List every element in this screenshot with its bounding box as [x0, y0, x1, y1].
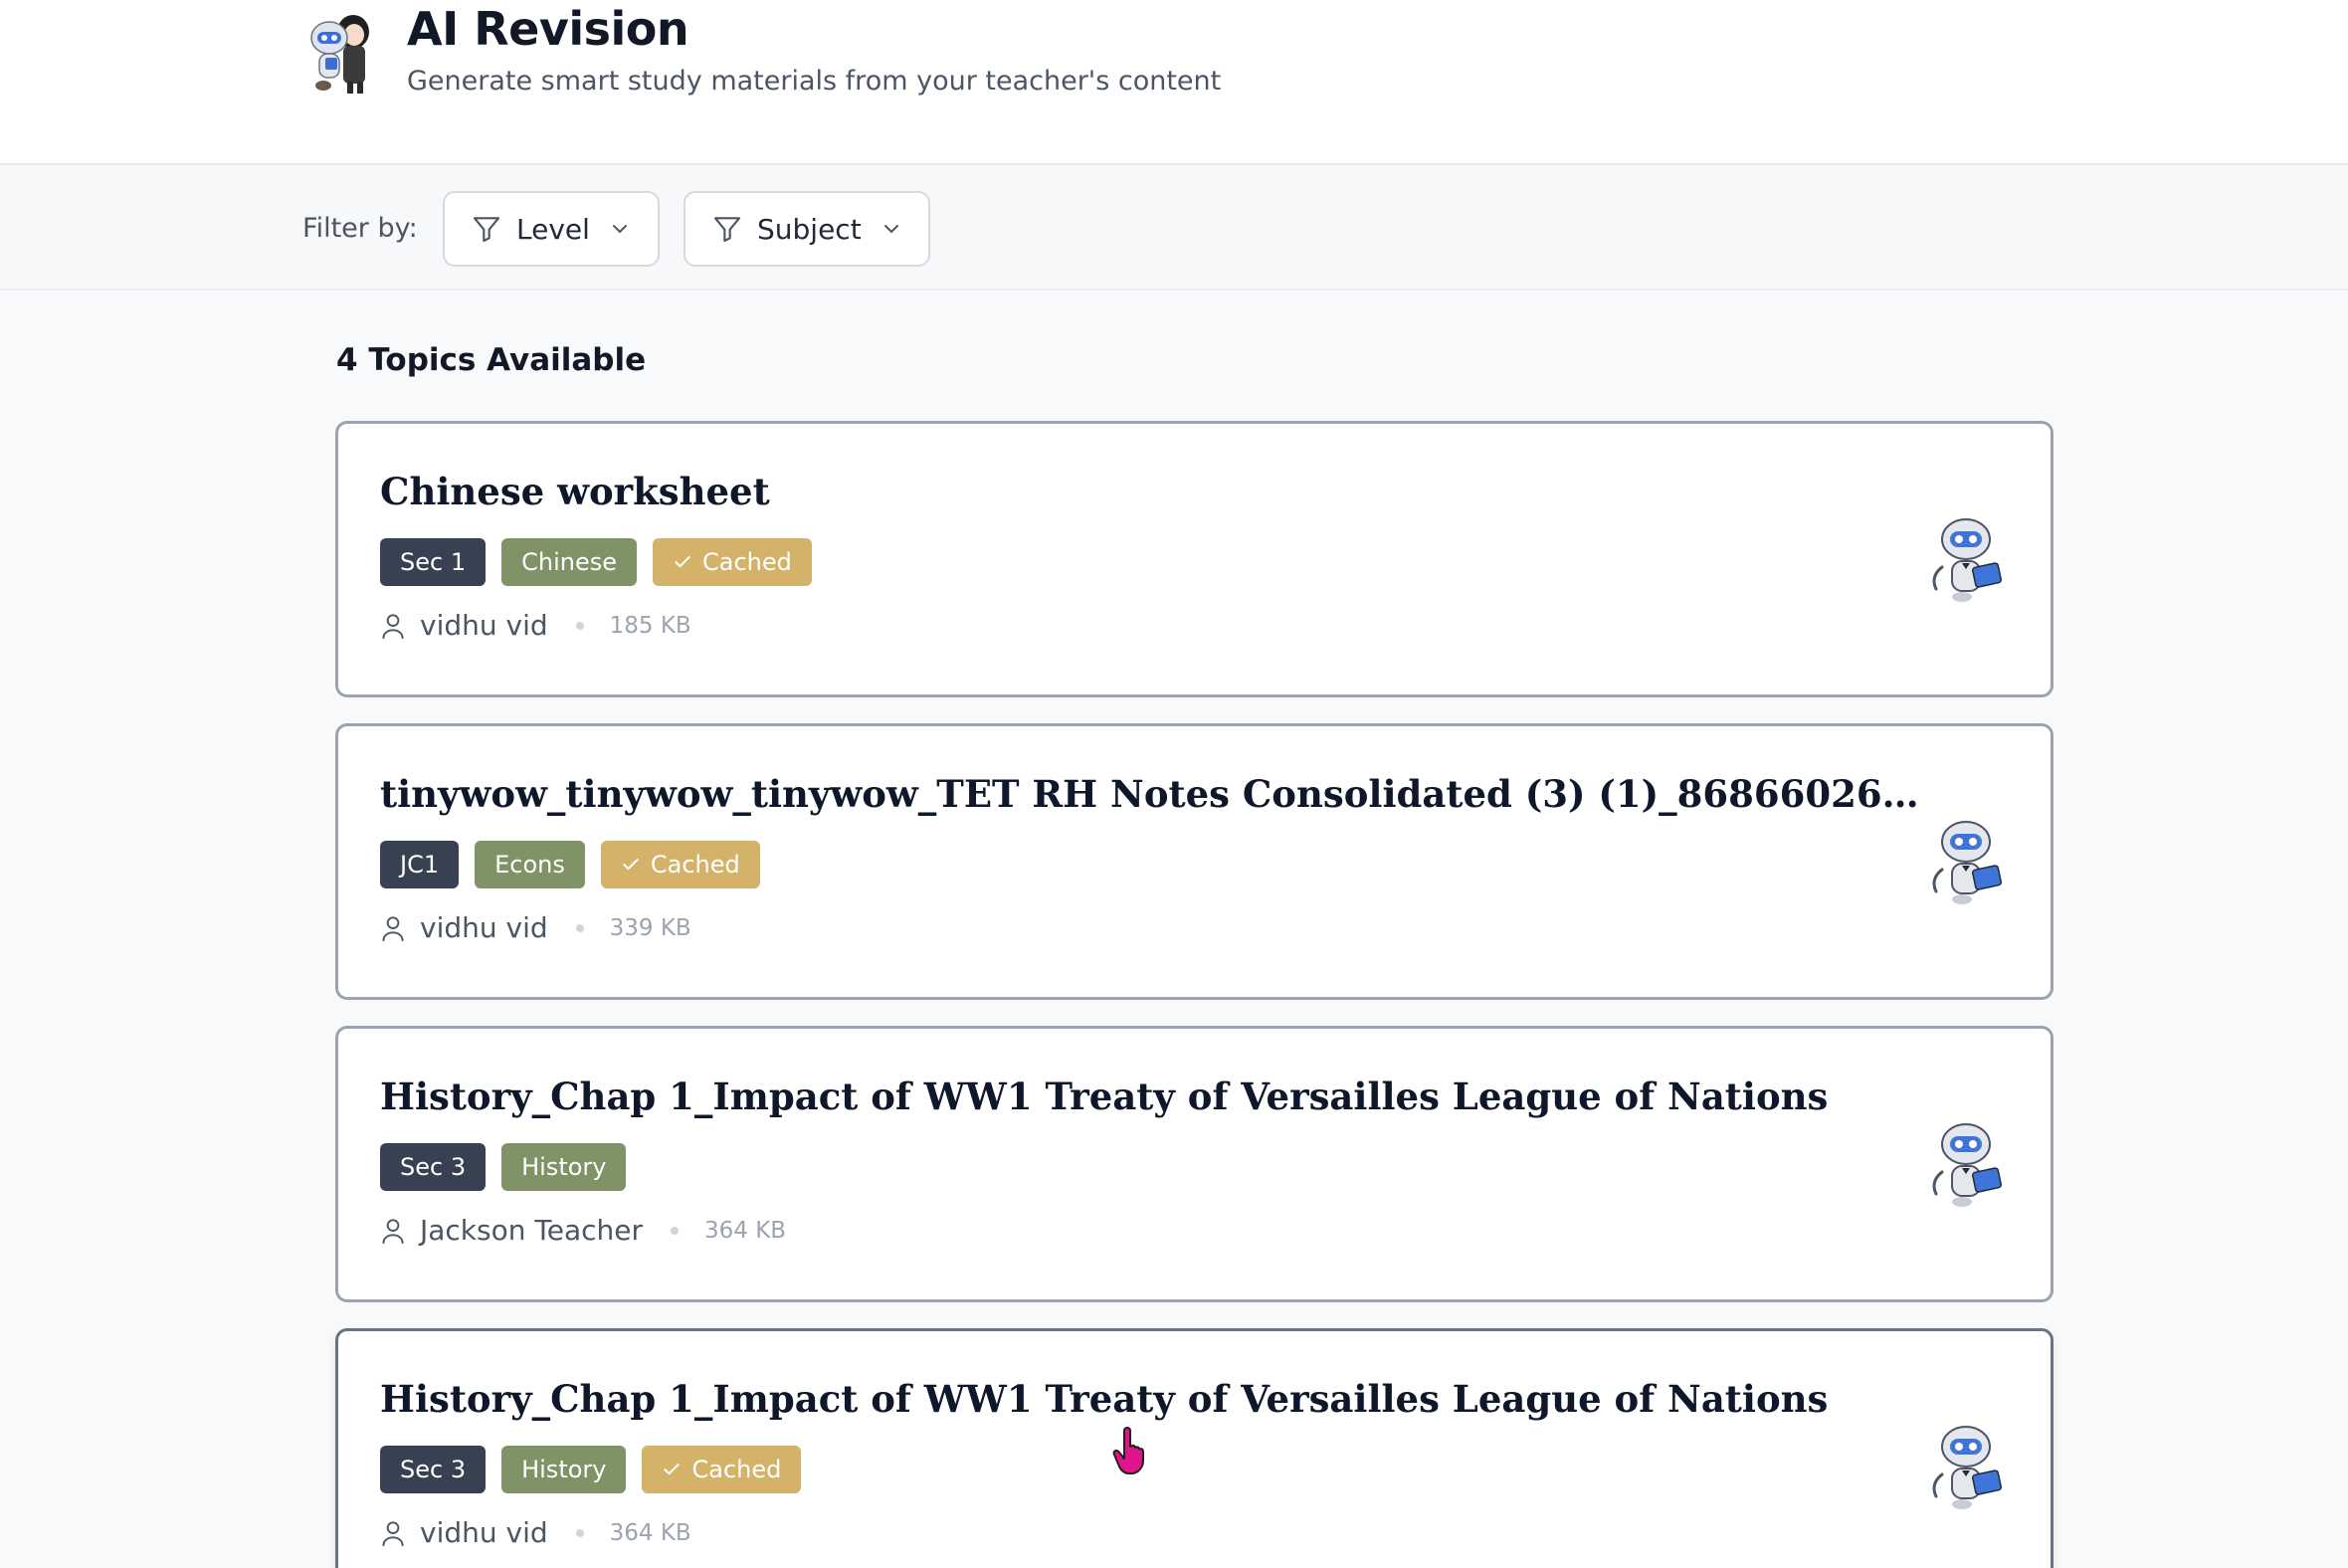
topics-count: 4 Topics Available — [336, 342, 647, 378]
robot-mascot-icon — [1932, 821, 2002, 904]
filter-bar: Filter by: Level Subject — [0, 167, 2348, 291]
separator-dot — [575, 923, 584, 932]
separator-dot — [575, 621, 584, 630]
cached-tag: Cached — [600, 841, 760, 888]
subject-filter-dropdown[interactable]: Subject — [684, 191, 930, 267]
topic-card[interactable]: History_Chap 1_Impact of WW1 Treaty of V… — [335, 1026, 2054, 1302]
funnel-icon — [713, 217, 741, 243]
topic-title: History_Chap 1_Impact of WW1 Treaty of V… — [380, 1075, 1829, 1118]
user-icon — [382, 1520, 404, 1546]
hand-pointer-icon — [1112, 1427, 1144, 1474]
user-icon — [382, 613, 404, 639]
topic-title: Chinese worksheet — [380, 470, 770, 513]
check-icon — [675, 556, 690, 568]
check-icon — [664, 1464, 681, 1475]
author-name: vidhu vid — [420, 1516, 548, 1549]
topic-tags: Sec 3 History — [380, 1143, 627, 1191]
level-filter-label: Level — [516, 212, 590, 246]
topic-title: History_Chap 1_Impact of WW1 Treaty of V… — [380, 1377, 1829, 1421]
subject-tag: Econs — [475, 841, 585, 888]
app-header: AI Revision Generate smart study materia… — [0, 0, 2348, 165]
author-name: vidhu vid — [420, 911, 548, 944]
robot-mascot-icon — [1932, 1426, 2002, 1509]
file-size: 339 KB — [609, 914, 691, 941]
cached-tag: Cached — [652, 538, 812, 586]
level-tag: Sec 1 — [380, 538, 487, 586]
file-size: 185 KB — [609, 612, 691, 639]
app-title: AI Revision — [407, 2, 689, 56]
chevron-down-icon — [883, 225, 898, 234]
filter-label: Filter by: — [302, 213, 418, 244]
subject-filter-label: Subject — [757, 212, 862, 246]
cached-label: Cached — [701, 548, 792, 576]
subject-tag: History — [501, 1143, 627, 1191]
separator-dot — [671, 1226, 679, 1235]
user-icon — [382, 1218, 404, 1244]
topic-card[interactable]: History_Chap 1_Impact of WW1 Treaty of V… — [335, 1328, 2054, 1568]
level-tag: Sec 3 — [380, 1143, 487, 1191]
topic-card[interactable]: tinywow_tinywow_tinywow_TET RH Notes Con… — [335, 723, 2054, 1000]
app-logo-icon — [310, 15, 369, 94]
cached-label: Cached — [650, 851, 740, 879]
author-name: vidhu vid — [420, 609, 548, 642]
topic-meta: vidhu vid 364 KB — [380, 1516, 691, 1549]
level-tag: Sec 3 — [380, 1446, 487, 1493]
cached-tag: Cached — [642, 1446, 802, 1493]
user-icon — [382, 915, 404, 941]
topic-title: tinywow_tinywow_tinywow_TET RH Notes Con… — [380, 772, 1932, 816]
check-icon — [623, 859, 639, 871]
file-size: 364 KB — [609, 1519, 691, 1546]
separator-dot — [575, 1528, 584, 1537]
subject-tag: History — [501, 1446, 627, 1493]
robot-mascot-icon — [1932, 518, 2002, 602]
topic-tags: Sec 3 History Cached — [380, 1446, 802, 1493]
topic-meta: Jackson Teacher 364 KB — [380, 1214, 786, 1247]
topic-tags: JC1 Econs Cached — [380, 841, 760, 888]
level-tag: JC1 — [380, 841, 460, 888]
chevron-down-icon — [612, 225, 627, 234]
cached-label: Cached — [691, 1456, 782, 1483]
app-subtitle: Generate smart study materials from your… — [407, 66, 1222, 97]
subject-tag: Chinese — [501, 538, 637, 586]
topic-tags: Sec 1 Chinese Cached — [380, 538, 812, 586]
file-size: 364 KB — [704, 1217, 787, 1244]
funnel-icon — [473, 217, 500, 243]
author-name: Jackson Teacher — [420, 1214, 643, 1247]
topic-card[interactable]: Chinese worksheet Sec 1 Chinese Cached v… — [335, 421, 2054, 697]
topic-meta: vidhu vid 185 KB — [380, 609, 691, 642]
level-filter-dropdown[interactable]: Level — [443, 191, 660, 267]
robot-mascot-icon — [1932, 1123, 2002, 1207]
topic-meta: vidhu vid 339 KB — [380, 911, 691, 944]
